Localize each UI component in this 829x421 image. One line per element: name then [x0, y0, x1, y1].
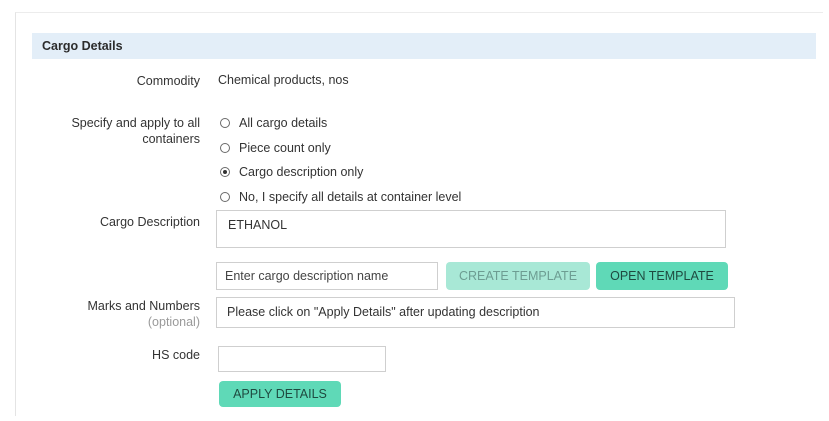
apply-scope-label-line1: Specify and apply to all [71, 116, 200, 130]
apply-scope-label: Specify and apply to all containers [71, 115, 200, 147]
radio-option-all-cargo-details[interactable]: All cargo details [220, 116, 327, 130]
marks-and-numbers-input[interactable]: Please click on "Apply Details" after up… [216, 297, 735, 328]
marks-and-numbers-label: Marks and Numbers (optional) [87, 298, 200, 330]
template-name-input[interactable]: Enter cargo description name [216, 262, 438, 290]
commodity-value: Chemical products, nos [218, 73, 349, 87]
radio-option-label: Cargo description only [239, 165, 364, 179]
radio-button-icon[interactable] [220, 118, 230, 128]
cargo-description-textarea[interactable]: ETHANOL [216, 210, 726, 248]
hs-code-label: HS code [152, 348, 200, 362]
radio-button-icon[interactable] [220, 143, 230, 153]
radio-option-label: Piece count only [239, 141, 331, 155]
radio-button-selected-icon[interactable] [220, 167, 230, 177]
hs-code-input[interactable] [218, 346, 386, 372]
apply-scope-label-line2: containers [142, 132, 200, 146]
radio-option-label: All cargo details [239, 116, 328, 130]
cargo-description-label: Cargo Description [99, 215, 200, 229]
radio-option-cargo-description-only[interactable]: Cargo description only [220, 165, 363, 179]
radio-option-container-level[interactable]: No, I specify all details at container l… [220, 190, 461, 204]
commodity-label: Commodity [136, 74, 200, 88]
open-template-button[interactable]: OPEN TEMPLATE [596, 262, 728, 290]
radio-button-icon[interactable] [220, 192, 230, 202]
optional-label: (optional) [147, 315, 200, 329]
create-template-button[interactable]: CREATE TEMPLATE [446, 262, 590, 290]
radio-option-piece-count-only[interactable]: Piece count only [220, 141, 331, 155]
radio-option-label: No, I specify all details at container l… [239, 190, 462, 204]
marks-and-numbers-label-text: Marks and Numbers [87, 299, 200, 313]
apply-details-button[interactable]: APPLY DETAILS [219, 381, 341, 407]
section-header-cargo-details: Cargo Details [32, 33, 816, 59]
